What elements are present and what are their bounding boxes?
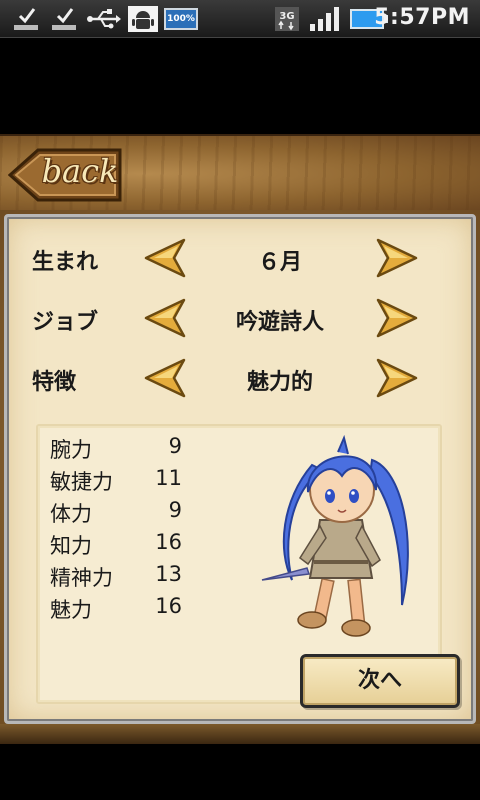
check-icon bbox=[12, 6, 42, 32]
stat-strength-value: 9 bbox=[168, 434, 182, 458]
stat-agility-label: 敏捷力 bbox=[50, 470, 113, 494]
stat-strength-label: 腕力 bbox=[50, 438, 92, 462]
usb-icon bbox=[86, 6, 122, 32]
birth-label: 生まれ bbox=[32, 250, 99, 275]
next-button-label: 次へ bbox=[357, 668, 402, 693]
3g-icon: 3G bbox=[274, 6, 302, 32]
trait-prev-arrow-icon[interactable] bbox=[144, 358, 188, 398]
battery-percent-icon: 100% bbox=[164, 8, 198, 30]
stat-intelligence-value: 16 bbox=[155, 530, 182, 554]
stat-intelligence-label: 知力 bbox=[50, 534, 92, 558]
stat-vitality-label: 体力 bbox=[50, 502, 92, 526]
footer-wood-bar bbox=[0, 724, 480, 744]
trait-next-arrow-icon[interactable] bbox=[374, 358, 418, 398]
birth-prev-arrow-icon[interactable] bbox=[144, 238, 188, 278]
svg-text:3G: 3G bbox=[279, 11, 294, 22]
clock: 5:57PM bbox=[374, 5, 470, 30]
status-bar: 100% 3G 5:57PM bbox=[0, 0, 480, 38]
job-prev-arrow-icon[interactable] bbox=[144, 298, 188, 338]
job-next-arrow-icon[interactable] bbox=[374, 298, 418, 338]
stat-agility-value: 11 bbox=[155, 466, 182, 490]
stat-charm-label: 魅力 bbox=[50, 598, 92, 622]
job-value: 吟遊詩人 bbox=[235, 310, 324, 335]
stat-vitality-value: 9 bbox=[168, 498, 182, 522]
trait-value: 魅力的 bbox=[246, 370, 313, 395]
stat-spirit-label: 精神力 bbox=[50, 566, 113, 590]
birth-value: ６月 bbox=[257, 250, 302, 275]
trait-label: 特徴 bbox=[32, 370, 77, 395]
birth-next-arrow-icon[interactable] bbox=[374, 238, 418, 278]
signal-icon bbox=[308, 6, 344, 32]
back-label: back bbox=[41, 152, 119, 190]
character-sprite bbox=[252, 430, 422, 650]
check-icon bbox=[50, 6, 80, 32]
back-button[interactable]: back bbox=[8, 148, 124, 202]
stat-spirit-value: 13 bbox=[155, 562, 182, 586]
next-button[interactable]: 次へ bbox=[300, 654, 460, 708]
stat-charm-value: 16 bbox=[155, 594, 182, 618]
job-label: ジョブ bbox=[32, 310, 99, 335]
android-debug-icon bbox=[128, 6, 158, 32]
